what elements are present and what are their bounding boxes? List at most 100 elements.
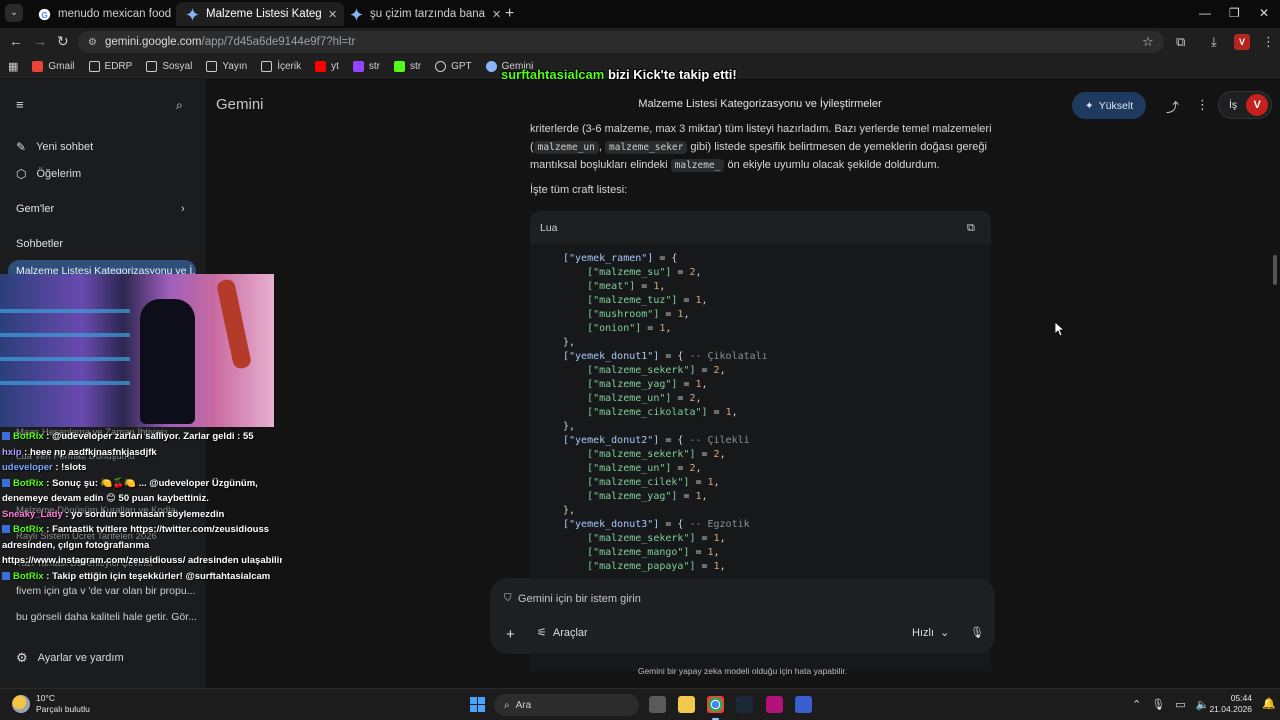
prompt-composer[interactable]: ⛉ Gemini için bir istem girin + ⚟ Araçlar… [490, 578, 995, 654]
prompt-input[interactable]: Gemini için bir istem girin [518, 593, 641, 605]
sidebar-chat[interactable]: fivem için gta v 'de var olan bir propu.… [16, 585, 196, 597]
chat-username: BotRix [13, 570, 44, 582]
sidebar-chat[interactable]: bu görseli daha kaliteli hale getir. Gör… [16, 611, 196, 623]
gemini-icon [485, 61, 497, 72]
extensions-icon[interactable]: ⧉ [1176, 34, 1185, 50]
forward-icon[interactable]: → [33, 33, 47, 49]
bookmark-yayin[interactable]: Yayın [206, 61, 247, 72]
weather-widget[interactable]: 10°C Parçalı bulutlu [12, 693, 90, 715]
code-line: ["yemek_donut3"] = { -- Egzotik [563, 519, 750, 530]
chrome-icon[interactable] [707, 696, 724, 720]
upgrade-button[interactable]: ✦ Yükselt [1072, 92, 1146, 119]
tab-cizim[interactable]: şu çizim tarzında bana arka pla ✕ [340, 2, 508, 26]
steam-icon[interactable] [736, 696, 753, 713]
tab-menudo[interactable]: G menudo mexican food - Google ✕ [28, 2, 196, 26]
site-info-icon[interactable]: ⚙ [88, 37, 97, 48]
disclaimer: Gemini bir yapay zeka modeli olduğu için… [637, 666, 848, 676]
chat-text: adresinden, çılgın fotoğraflarıma [2, 539, 150, 551]
gaming-chair-shape [140, 299, 195, 424]
bookmark-edrp[interactable]: EDRP [88, 61, 132, 72]
code-line: }, [563, 337, 576, 348]
new-chat-button[interactable]: ✎ Yeni sohbet [16, 140, 93, 154]
profile-icon[interactable]: V [1234, 34, 1250, 50]
code-line: ["malzeme_sekerk"] = 2, [587, 449, 726, 460]
code-line: ["malzeme_sekerk"] = 1, [587, 533, 726, 544]
chrome-menu-icon[interactable]: ⋮ [1262, 34, 1275, 50]
bookmark-star-icon[interactable]: ☆ [1142, 34, 1154, 50]
download-icon[interactable]: ⤓ [1211, 34, 1217, 50]
file-explorer-icon[interactable] [678, 696, 695, 713]
new-tab-button[interactable]: + [505, 5, 514, 23]
task-view-icon[interactable] [649, 696, 666, 713]
reload-icon[interactable]: ↻ [57, 33, 69, 50]
chevron-up-icon[interactable]: ⌃ [1132, 698, 1141, 711]
tools-button[interactable]: ⚟ Araçlar [537, 626, 588, 640]
share-icon[interactable]: ⤴ [1166, 97, 1179, 116]
close-icon[interactable]: ✕ [328, 8, 338, 21]
bookmark-gmail[interactable]: Gmail [32, 61, 75, 72]
notification-icon[interactable]: 🔔 [1262, 697, 1276, 710]
minimize-icon[interactable]: — [1199, 6, 1211, 20]
back-icon[interactable]: ← [9, 33, 23, 49]
chat-message: BotRix : Sonuç şu: 🍋🍒🍋 ... @udeveloper Ü… [2, 476, 282, 492]
clock[interactable]: 05:44 21.04.2026 [1208, 693, 1252, 715]
response-text-line: (malzeme_un, malzeme_seker gibi) listede… [530, 141, 987, 154]
chat-username: BotRix [13, 524, 44, 535]
code-line: ["mushroom"] = 1, [587, 309, 690, 320]
tab-malzeme[interactable]: Malzeme Listesi Kategorizasyon ✕ [176, 2, 344, 26]
close-icon[interactable]: ✕ [492, 8, 502, 21]
tab-search-icon[interactable]: ⌄ [5, 4, 23, 22]
microphone-icon[interactable]: 🎙 [1151, 698, 1165, 711]
scrollbar[interactable] [1273, 255, 1277, 285]
chat-text: : heee np asdfkjnasfnkjasdjfk [21, 446, 157, 458]
restore-icon[interactable]: ❐ [1229, 6, 1240, 20]
twitch-icon [352, 61, 364, 72]
code-line: ["malzeme_mango"] = 1, [587, 547, 720, 558]
my-items-button[interactable]: ⬡ Öğelerim [16, 167, 81, 181]
display-icon[interactable]: ▭ [1175, 698, 1185, 711]
shelf-shape [0, 289, 130, 399]
openai-icon [435, 61, 447, 72]
apps-icon[interactable]: ▦ [8, 60, 18, 73]
bookmark-gpt[interactable]: GPT [435, 61, 472, 72]
chat-message: denemeye devam edin 😊 50 puan kaybettini… [2, 491, 282, 507]
sliders-icon: ⚟ [537, 627, 547, 639]
chat-text: : Sonuç şu: 🍋🍒🍋 ... @udeveloper Üzgünüm, [43, 477, 258, 489]
code-content: ["yemek_ramen"] = { ["malzeme_su"] = 2, … [563, 252, 768, 574]
mode-dropdown[interactable]: Hızlı ⌄ [912, 626, 949, 640]
bookmark-str-twitch[interactable]: str [352, 61, 380, 72]
inline-code: malzeme_un [533, 141, 599, 154]
address-bar[interactable]: ⚙ gemini.google.com/app/7d45a6de9144e9f7… [78, 31, 1164, 53]
add-attachment-icon[interactable]: + [506, 626, 515, 643]
code-line: ["malzeme_un"] = 2, [587, 463, 702, 474]
webcam-overlay [0, 274, 274, 427]
bookmark-icerik[interactable]: İçerik [261, 61, 301, 72]
youtube-icon [315, 61, 327, 72]
taskbar-search[interactable]: ⌕ Ara [494, 694, 639, 716]
chevron-right-icon[interactable]: › [181, 203, 185, 215]
windows-start-icon[interactable] [470, 697, 485, 712]
app-icon[interactable] [795, 696, 812, 713]
gear-icon: ⚙ [16, 650, 28, 665]
chat-message: BotRix : Takip ettiğin için teşekkürler!… [2, 569, 282, 585]
guitar-shape [215, 278, 253, 370]
app-icon[interactable] [766, 696, 783, 713]
window-close-icon[interactable]: ✕ [1259, 6, 1269, 20]
gems-section[interactable]: Gem'ler [16, 203, 54, 215]
account-switcher[interactable]: İş V [1218, 91, 1272, 119]
code-line: ["yemek_donut1"] = { -- Çikolatalı [563, 351, 768, 362]
bookmark-str-kick[interactable]: str [393, 61, 421, 72]
chat-message: adresinden, çılgın fotoğraflarıma [2, 538, 282, 554]
bookmark-yt[interactable]: yt [315, 61, 339, 72]
gmail-icon [32, 61, 44, 72]
settings-button[interactable]: ⚙ Ayarlar ve yardım [16, 650, 124, 666]
tab-strip: ⌄ G menudo mexican food - Google ✕ Malze… [0, 0, 1280, 28]
more-options-icon[interactable]: ⋮ [1196, 97, 1209, 113]
chat-text: : @udeveloper zarları salliyor. Zarlar g… [43, 431, 254, 442]
stream-chat-overlay: BotRix : @udeveloper zarları salliyor. Z… [2, 429, 282, 584]
copy-icon[interactable]: ⧉ [967, 222, 975, 235]
microphone-icon[interactable]: 🎙 [970, 626, 984, 639]
bookmark-sosyal[interactable]: Sosyal [146, 61, 192, 72]
response-text-line: mantıksal boşlukları elindeki malzeme_ ö… [530, 159, 940, 172]
code-line: ["malzeme_yag"] = 1, [587, 379, 708, 390]
